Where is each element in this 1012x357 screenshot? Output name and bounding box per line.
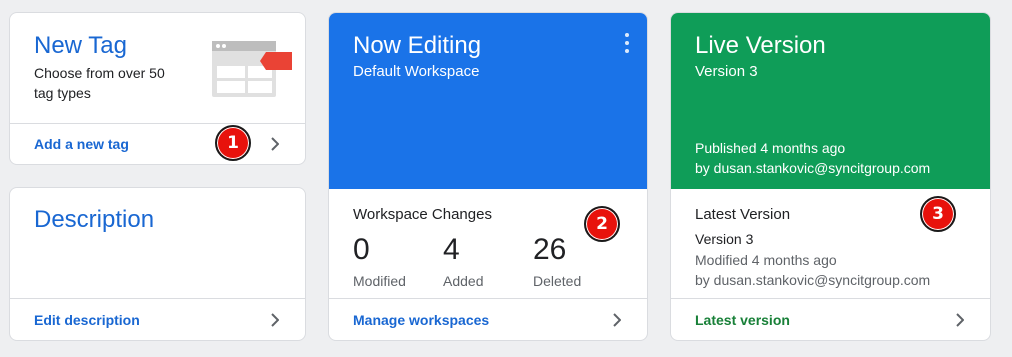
stat-label: Deleted (533, 273, 582, 289)
published-time: Published 4 months ago (695, 140, 846, 156)
stat-added: 4 Added (443, 233, 483, 289)
add-new-tag-link[interactable]: Add a new tag (10, 123, 305, 164)
chevron-right-icon[interactable] (267, 312, 281, 327)
latest-version-meta: Modified 4 months ago by dusan.stankovic… (695, 250, 930, 290)
chevron-right-icon[interactable] (952, 312, 966, 327)
stat-value: 0 (353, 233, 370, 266)
description-card: Description Edit description (9, 187, 306, 341)
published-info: Published 4 months ago by dusan.stankovi… (695, 138, 930, 178)
chevron-right-icon[interactable] (267, 137, 281, 151)
stat-deleted: 26 Deleted (533, 233, 581, 289)
stat-value: 26 (533, 233, 567, 266)
modified-by: by dusan.stankovic@syncitgroup.com (695, 272, 931, 288)
workspace-name: Default Workspace (353, 63, 480, 80)
latest-version-label: Latest Version (695, 206, 791, 223)
manage-workspaces-link[interactable]: Manage workspaces (329, 298, 647, 340)
published-by: by dusan.stankovic@syncitgroup.com (695, 160, 931, 176)
stat-label: Modified (353, 273, 406, 289)
stat-modified: 0 Modified (353, 233, 406, 289)
new-tag-title[interactable]: New Tag (34, 32, 127, 60)
step-badge-2: 2 (584, 206, 620, 242)
live-version-number: Version 3 (695, 63, 758, 80)
modified-time: Modified 4 months ago (695, 252, 837, 268)
step-badge-3: 3 (920, 196, 956, 232)
edit-description-link[interactable]: Edit description (10, 298, 305, 340)
workspace-changes-label: Workspace Changes (353, 206, 492, 223)
now-editing-hero: Now Editing Default Workspace (329, 13, 647, 189)
tag-illustration-icon (210, 39, 294, 99)
stat-label: Added (443, 273, 484, 289)
latest-version-link-label[interactable]: Latest version (695, 312, 952, 328)
stat-value: 4 (443, 233, 460, 266)
more-vert-icon[interactable] (621, 33, 633, 53)
add-new-tag-label[interactable]: Add a new tag (34, 136, 267, 152)
edit-description-label[interactable]: Edit description (34, 312, 267, 328)
latest-version-link[interactable]: Latest version (671, 298, 990, 340)
manage-workspaces-label[interactable]: Manage workspaces (353, 312, 609, 328)
latest-version-number: Version 3 (695, 231, 754, 247)
new-tag-card[interactable]: New Tag Choose from over 50 tag types 1 … (9, 12, 306, 165)
now-editing-card: Now Editing Default Workspace Workspace … (328, 12, 648, 341)
now-editing-title: Now Editing (353, 32, 482, 59)
chevron-right-icon[interactable] (609, 312, 623, 327)
description-title: Description (34, 206, 155, 233)
new-tag-description: Choose from over 50 tag types (34, 65, 165, 101)
live-version-card: Live Version Version 3 Published 4 month… (670, 12, 991, 341)
live-version-title: Live Version (695, 32, 826, 59)
live-version-hero: Live Version Version 3 Published 4 month… (671, 13, 990, 189)
